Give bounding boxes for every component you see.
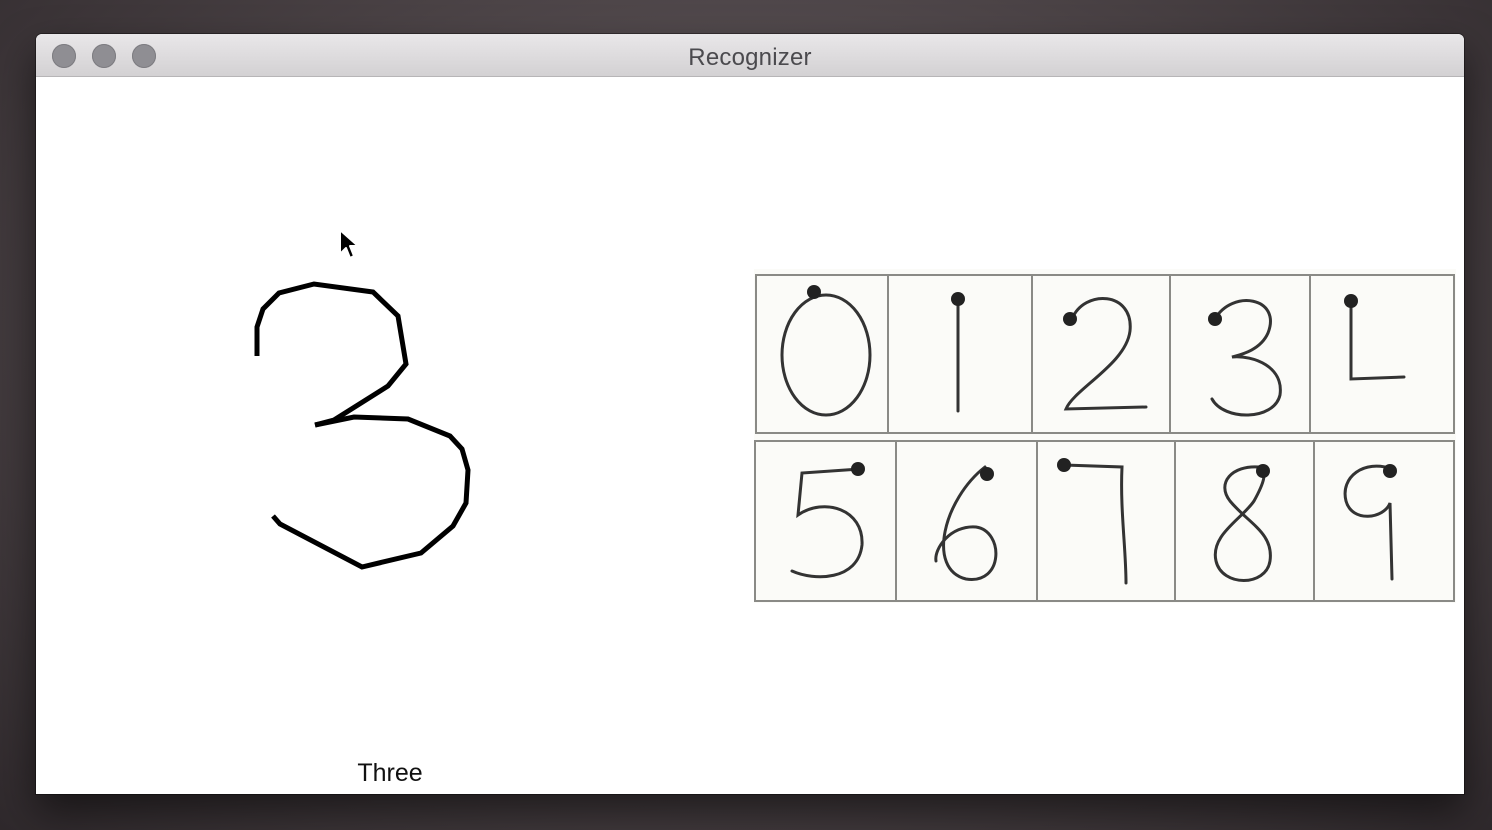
app-window: Recognizer Three [36,34,1464,794]
title-bar[interactable]: Recognizer [36,34,1464,77]
window-title: Recognizer [688,44,812,71]
recognition-result: Three [357,759,423,787]
digit-reference-image [754,269,1456,603]
window-content: Three [36,77,1464,794]
drawing-canvas[interactable]: Three [36,77,716,794]
user-stroke [254,281,471,570]
mouse-pointer-icon [339,229,359,259]
